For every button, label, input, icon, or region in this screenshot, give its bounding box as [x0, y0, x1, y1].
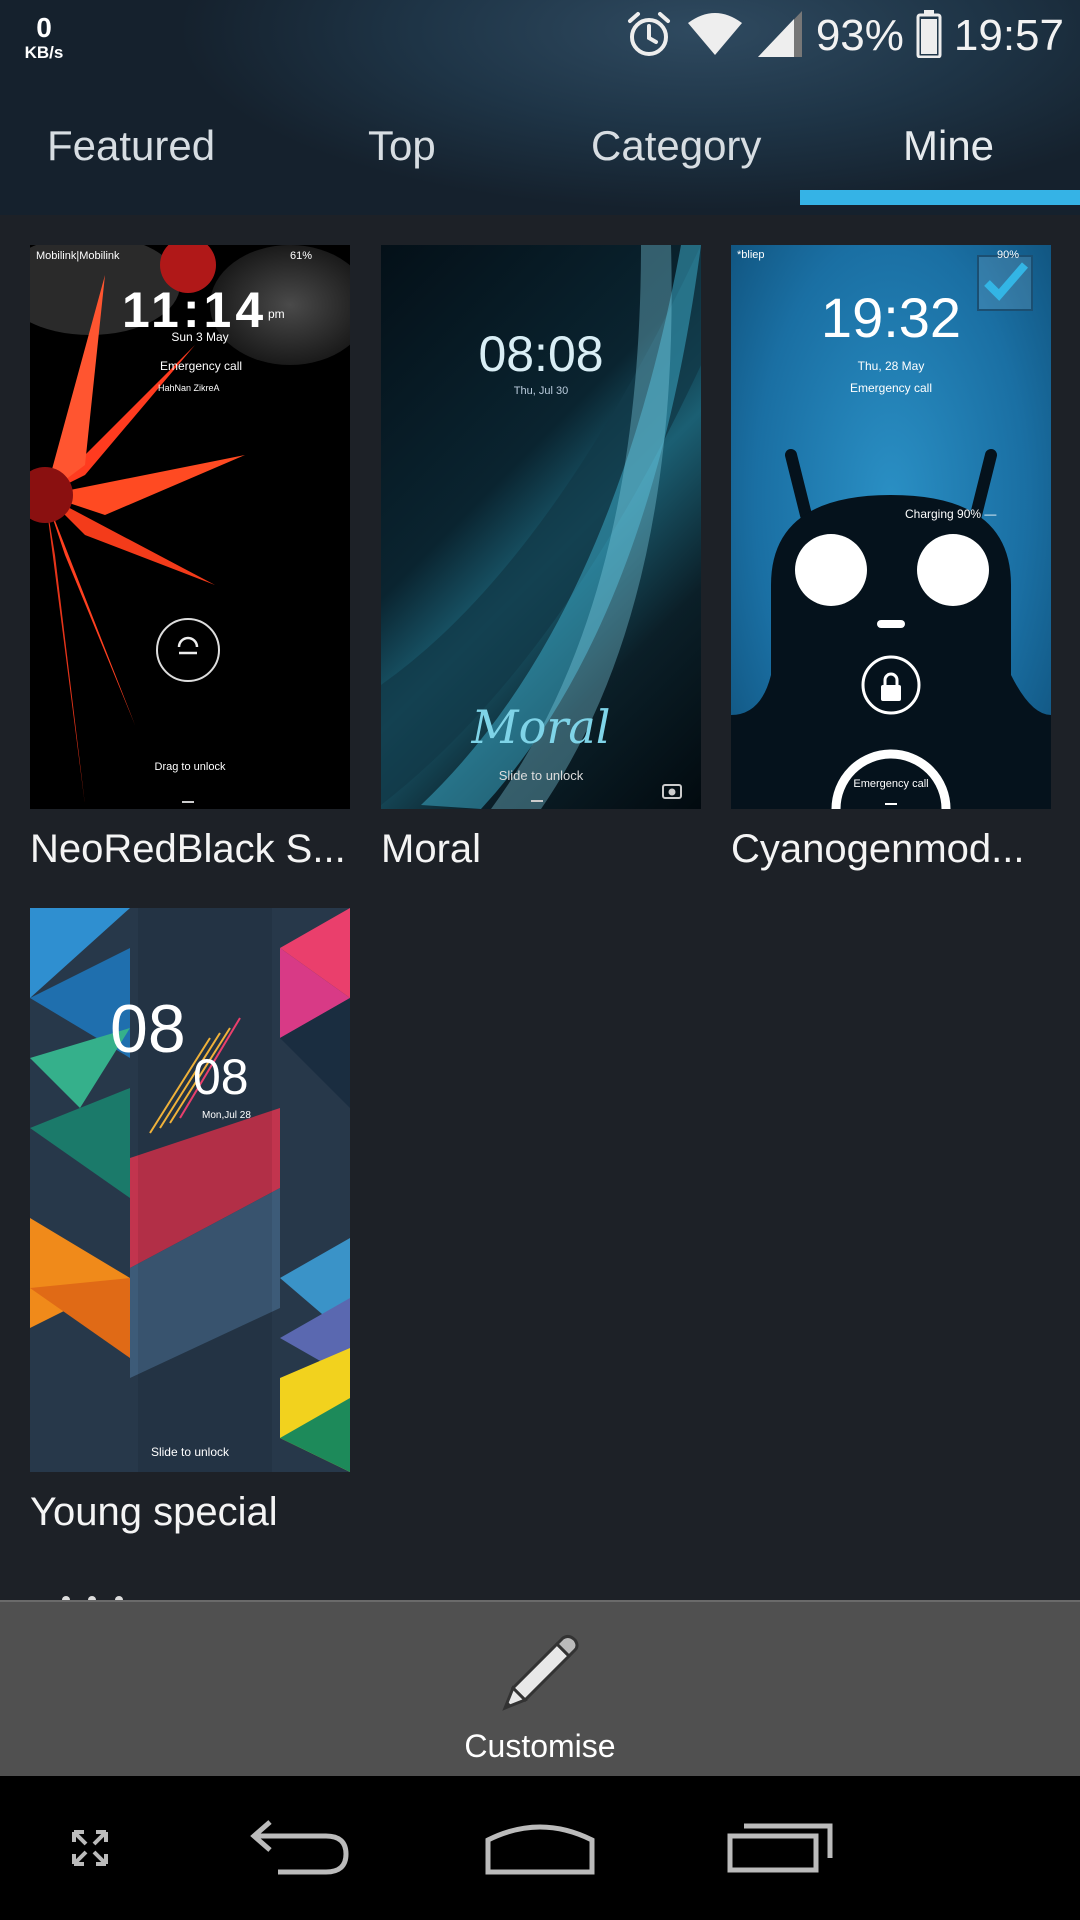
tab-mine[interactable]: Mine [903, 122, 994, 170]
tab-featured[interactable]: Featured [47, 122, 215, 170]
preview-emergency-bottom: Emergency call [853, 778, 929, 790]
theme-name: Cyanogenmod... [731, 827, 1025, 871]
preview-date: Thu, 28 May [857, 359, 925, 373]
theme-preview[interactable]: 08:08 Thu, Jul 30 Moral Slide to unlock [381, 245, 701, 809]
network-speed-value: 0 [36, 12, 52, 43]
alarm-icon [624, 9, 674, 64]
preview-date: Sun 3 May [171, 330, 229, 344]
preview-time: 19:32 [820, 286, 962, 349]
preview-emergency: Emergency call [160, 359, 243, 373]
signal-icon [756, 9, 804, 64]
theme-name: NeoRedBlack S... [30, 827, 346, 871]
preview-ampm: pm [268, 307, 285, 321]
navigation-bar [0, 1776, 1080, 1920]
preview-hour: 08 [110, 991, 186, 1067]
preview-time: 08:08 [478, 326, 604, 382]
tab-category[interactable]: Category [591, 122, 761, 170]
theme-preview[interactable]: *bliep 90% 19:32 Thu, 28 May Emergency c… [731, 245, 1051, 809]
pencil-icon [495, 1628, 585, 1723]
preview-carrier: *bliep [737, 249, 765, 261]
back-icon[interactable] [248, 1818, 352, 1883]
theme-name: Moral [381, 827, 482, 871]
preview-carrier: Mobilink|Mobilink [36, 250, 120, 262]
customise-label: Customise [464, 1728, 616, 1764]
wifi-icon [686, 11, 744, 62]
preview-date: Mon,Jul 28 [202, 1110, 251, 1121]
preview-unlock: Slide to unlock [498, 768, 584, 783]
network-speed-unit: KB/s [24, 43, 64, 62]
network-speed: 0 KB/s [22, 12, 66, 62]
recents-icon[interactable] [726, 1818, 834, 1879]
preview-owner: HahNan ZikreA [158, 383, 220, 393]
battery-percent: 93% [815, 11, 904, 60]
preview-battery: 61% [290, 250, 313, 262]
theme-name: Young special [30, 1490, 278, 1534]
preview-charging: Charging 90% — [905, 507, 997, 521]
home-icon[interactable] [484, 1814, 596, 1881]
customise-button[interactable]: Customise [440, 1618, 640, 1768]
expand-icon[interactable] [70, 1828, 110, 1873]
battery-icon [916, 9, 942, 63]
preview-unlock: Drag to unlock [154, 761, 226, 773]
header: 0 KB/s 93% 19:57 Featured Top Category M… [0, 0, 1080, 215]
tab-selected-indicator [800, 190, 1080, 205]
status-bar: 0 KB/s 93% 19:57 [0, 0, 1080, 76]
preview-unlock: Slide to unlock [150, 1445, 230, 1459]
preview-emergency: Emergency call [849, 381, 933, 395]
tab-top[interactable]: Top [368, 122, 436, 170]
theme-preview[interactable]: Mobilink|Mobilink 61% 11:14 pm Sun 3 May… [30, 245, 350, 809]
preview-minute: 08 [193, 1049, 249, 1105]
preview-date: Thu, Jul 30 [513, 385, 569, 397]
preview-battery: 90% [997, 249, 1020, 261]
preview-script: Moral [471, 700, 611, 754]
clock: 19:57 [953, 11, 1064, 60]
theme-preview[interactable]: 08 08 Mon,Jul 28 Slide to unlock [30, 908, 350, 1472]
